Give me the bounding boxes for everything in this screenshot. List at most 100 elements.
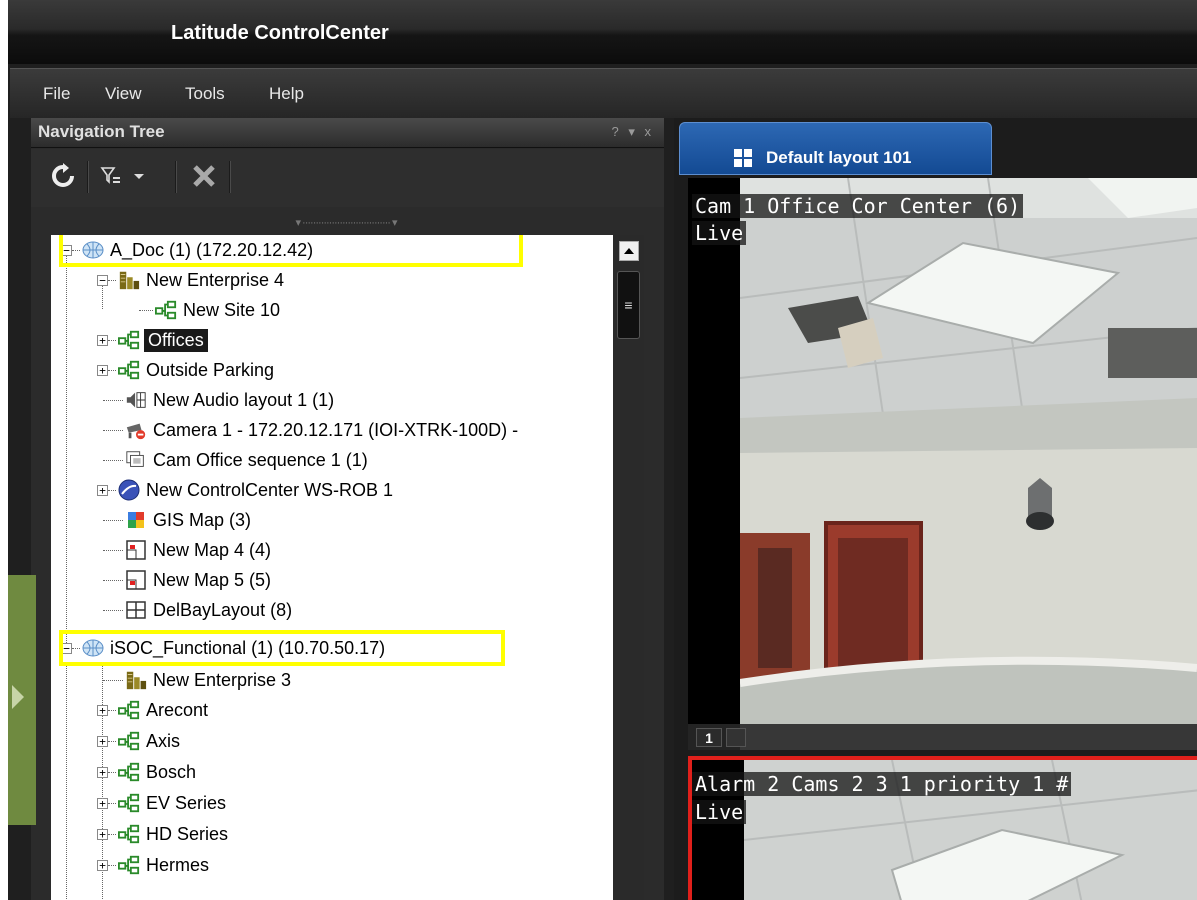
app-title: Latitude ControlCenter	[171, 22, 389, 44]
tree-node-label: New Enterprise 4	[146, 269, 285, 290]
tree-node-cam-office-sequence[interactable]: Cam Office sequence 1 (1)	[103, 445, 370, 475]
tree-node-outside-parking[interactable]: + Outside Parking	[97, 355, 276, 385]
tree-node-label: New ControlCenter WS-ROB 1	[146, 479, 394, 500]
menu-view[interactable]: View	[105, 84, 142, 104]
map-icon	[125, 569, 147, 591]
audio-layout-icon	[125, 389, 147, 411]
tree-node-label: GIS Map (3)	[153, 509, 252, 530]
filter-icon	[100, 167, 120, 184]
sequence-icon	[125, 449, 147, 471]
scroll-thumb[interactable]: ≡	[617, 271, 640, 339]
expand-toggle[interactable]: +	[97, 484, 108, 496]
workstation-icon	[118, 479, 140, 501]
scroll-up-button[interactable]	[619, 241, 639, 261]
tree-node-label: Arecont	[146, 699, 209, 720]
tree-node-hermes[interactable]: + Hermes	[97, 850, 211, 880]
tree-content: − A_Doc (1) (172.20.12.42) − New Enterpr…	[51, 235, 611, 900]
expand-toggle[interactable]: +	[97, 766, 108, 778]
tree-node-arecont[interactable]: + Arecont	[97, 695, 210, 725]
panel-window-controls[interactable]: ? ▾ x	[612, 124, 654, 140]
site-icon	[118, 730, 140, 752]
tree-node-label: Axis	[146, 730, 181, 751]
application-window: Latitude ControlCenter File View Tools H…	[8, 0, 1197, 900]
tree-guide-line	[66, 249, 67, 649]
toolbar-separator	[87, 161, 89, 193]
tree-node-hd-series[interactable]: + HD Series	[97, 819, 230, 849]
expand-toggle[interactable]: +	[97, 828, 108, 840]
panel-header: Navigation Tree ? ▾ x	[31, 118, 664, 148]
gis-map-icon	[125, 509, 147, 531]
filter-dropdown-button[interactable]	[95, 159, 151, 193]
title-bar: Latitude ControlCenter	[8, 0, 1197, 64]
expand-toggle[interactable]: +	[97, 735, 108, 747]
tree-node-new-site-10[interactable]: New Site 10	[139, 295, 282, 325]
tree-node-controlcenter-ws[interactable]: + New ControlCenter WS-ROB 1	[97, 475, 395, 505]
tree-node-new-map-4[interactable]: New Map 4 (4)	[103, 535, 273, 565]
tree-node-audio-layout[interactable]: New Audio layout 1 (1)	[103, 385, 336, 415]
tree-scrollbar[interactable]: ≡	[613, 235, 644, 900]
tree-node-new-map-5[interactable]: New Map 5 (5)	[103, 565, 273, 595]
tree-node-axis[interactable]: + Axis	[97, 726, 182, 756]
tree-node-new-enterprise-4[interactable]: − New Enterprise 4	[97, 265, 286, 295]
expand-toggle[interactable]: +	[97, 364, 108, 376]
tile-footer: 1	[688, 724, 1197, 750]
toolbar-separator	[175, 161, 177, 193]
layout-icon	[125, 599, 147, 621]
expand-toggle[interactable]: +	[97, 704, 108, 716]
site-icon	[118, 823, 140, 845]
video-tile-2-alarm[interactable]: Alarm 2 Cams 2 3 1 priority 1 # Live	[688, 756, 1197, 900]
panel-splitter[interactable]: ▾ ································· ▾	[241, 216, 451, 229]
site-icon	[118, 699, 140, 721]
highlight-box	[59, 235, 523, 267]
menu-help[interactable]: Help	[269, 84, 304, 104]
site-icon	[118, 329, 140, 351]
tree-node-delbaylayout[interactable]: DelBayLayout (8)	[103, 595, 294, 625]
collapse-toggle[interactable]: −	[97, 274, 108, 286]
expand-toggle[interactable]: +	[97, 859, 108, 871]
expand-icon[interactable]	[726, 728, 746, 747]
tree-node-label: EV Series	[146, 792, 227, 813]
tab-default-layout[interactable]: Default layout 101	[679, 122, 992, 175]
enterprise-icon	[125, 669, 147, 691]
arrow-up-icon	[624, 248, 634, 254]
live-status-overlay: Live	[692, 800, 747, 824]
refresh-button[interactable]	[47, 159, 79, 193]
tree-view: − A_Doc (1) (172.20.12.42) − New Enterpr…	[51, 235, 644, 900]
tab-label: Default layout 101	[766, 148, 912, 167]
tree-guide-line	[66, 665, 67, 900]
video-tile-1[interactable]: Cam 1 Office Cor Center (6) Live 1	[688, 178, 1197, 750]
live-status-overlay: Live	[692, 221, 747, 245]
alarm-name-overlay: Alarm 2 Cams 2 3 1 priority 1 #	[692, 772, 1072, 796]
panel-title: Navigation Tree	[38, 122, 165, 141]
toolbar-separator	[229, 161, 231, 193]
tree-node-label: Hermes	[146, 854, 210, 875]
enterprise-icon	[118, 269, 140, 291]
site-icon	[118, 792, 140, 814]
tree-node-gis-map[interactable]: GIS Map (3)	[103, 505, 253, 535]
chevron-down-icon	[134, 174, 144, 179]
tree-node-bosch[interactable]: + Bosch	[97, 757, 198, 787]
tree-node-label: New Site 10	[183, 299, 281, 320]
camera-offline-icon	[125, 419, 147, 441]
expand-toggle[interactable]: +	[97, 797, 108, 809]
menu-file[interactable]: File	[43, 84, 70, 104]
camera-feed-image	[688, 178, 1197, 750]
navigation-tree-panel: Navigation Tree ? ▾ x ▾ ················…	[31, 118, 664, 900]
close-icon	[193, 165, 215, 187]
tile-number-badge[interactable]: 1	[696, 728, 722, 747]
panel-collapse-handle[interactable]	[8, 575, 36, 825]
delete-button[interactable]	[187, 159, 221, 193]
menu-tools[interactable]: Tools	[185, 84, 225, 104]
tree-node-camera-1[interactable]: Camera 1 - 172.20.12.171 (IOI-XTRK-100D)…	[103, 415, 520, 445]
expand-toggle[interactable]: +	[97, 334, 108, 346]
tree-node-label: Bosch	[146, 761, 197, 782]
tree-node-label: DelBayLayout (8)	[153, 599, 293, 620]
map-icon	[125, 539, 147, 561]
site-icon	[118, 359, 140, 381]
tree-node-new-enterprise-3[interactable]: New Enterprise 3	[103, 665, 293, 695]
site-icon	[118, 761, 140, 783]
tree-node-ev-series[interactable]: + EV Series	[97, 788, 228, 818]
highlight-box	[59, 630, 505, 666]
tree-node-offices[interactable]: + Offices	[97, 325, 208, 355]
menu-bar: File View Tools Help	[10, 68, 1197, 118]
